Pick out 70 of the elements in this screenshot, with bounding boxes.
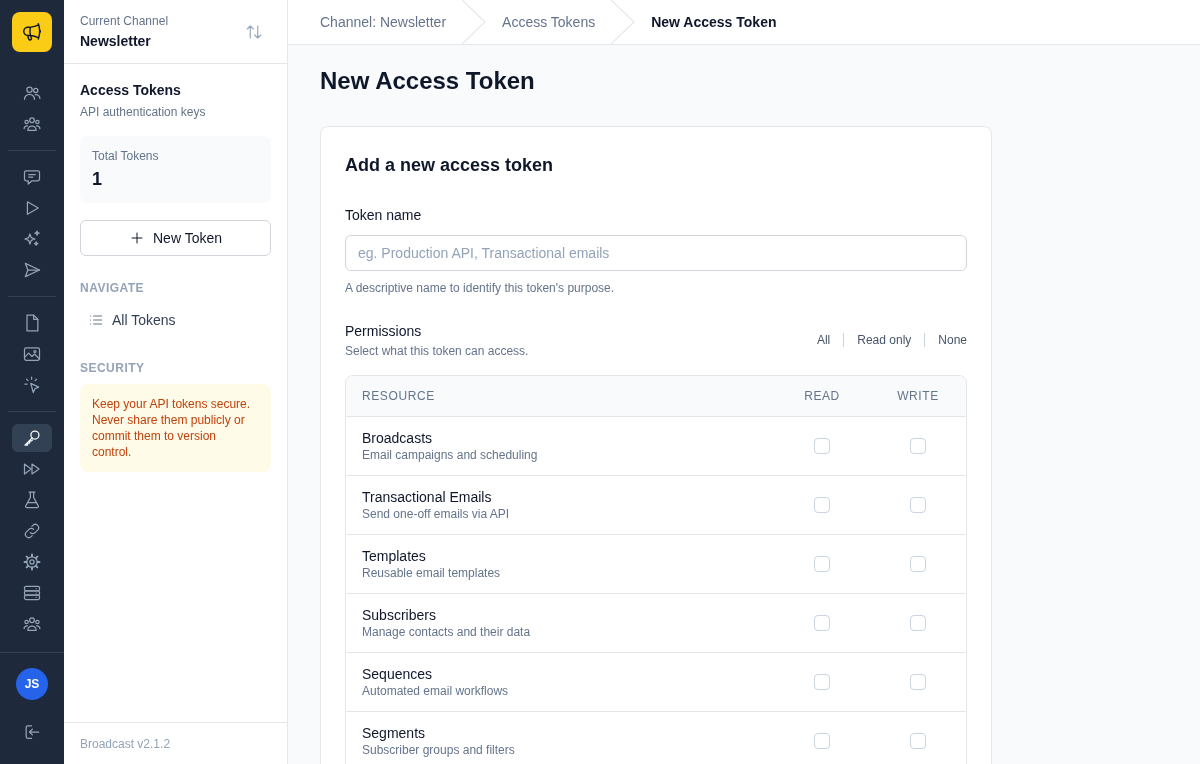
gear-icon	[22, 552, 42, 572]
link-icon	[22, 521, 42, 541]
input-field[interactable]: eg. Production API, Transactional emails	[345, 235, 967, 271]
resource-description: Send one-off emails via API	[362, 507, 511, 522]
resource-description: Reusable email templates	[362, 566, 502, 581]
preset-link[interactable]: Read only	[857, 332, 912, 348]
channel-name: Newsletter	[80, 31, 152, 51]
field-help: A descriptive name to identify this token's purpose.	[345, 280, 616, 296]
sparkles-icon	[22, 229, 42, 249]
resource-name: Templates	[362, 547, 427, 566]
checkbox[interactable]	[814, 615, 830, 631]
image-icon	[22, 344, 42, 364]
section-subtitle: API authentication keys	[80, 104, 207, 120]
checkbox[interactable]	[910, 615, 926, 631]
channel-label: Current Channel	[80, 12, 169, 29]
section-title: Access Tokens	[80, 81, 182, 100]
checkbox[interactable]	[814, 438, 830, 454]
checkbox[interactable]	[814, 674, 830, 690]
resource-name: Subscribers	[362, 606, 437, 625]
current-page-label: New Access Token	[651, 13, 777, 32]
user-group-icon	[22, 614, 42, 634]
permissions-label: Permissions	[345, 322, 423, 341]
resource-description: Automated email workflows	[362, 684, 510, 699]
column-header: RESOURCE	[362, 388, 436, 404]
new-token-button[interactable]: New Token	[80, 220, 271, 256]
breadcrumb-link[interactable]: Access Tokens	[502, 12, 596, 32]
flask-icon	[22, 490, 42, 510]
nav-rail-button[interactable]	[12, 424, 52, 452]
stat-label: Total Tokens	[92, 148, 160, 164]
nav-heading: NAVIGATE	[80, 280, 146, 296]
users-icon	[22, 83, 42, 103]
resource-name: Transactional Emails	[362, 488, 493, 507]
nav-item[interactable]: All Tokens	[80, 304, 271, 336]
checkbox[interactable]	[910, 438, 926, 454]
column-header: WRITE	[897, 388, 939, 404]
server-stack-icon	[22, 583, 42, 603]
checkbox[interactable]	[814, 497, 830, 513]
user-group-icon	[22, 114, 42, 134]
resource-name: Broadcasts	[362, 429, 434, 448]
checkbox[interactable]	[910, 497, 926, 513]
user-avatar[interactable]: JS	[16, 668, 48, 700]
permissions-hint: Select what this token can access.	[345, 343, 529, 359]
field-label: Token name	[345, 206, 423, 225]
checkbox[interactable]	[814, 556, 830, 572]
resource-description: Subscriber groups and filters	[362, 743, 516, 758]
key-icon	[22, 428, 42, 448]
plus-icon	[129, 230, 145, 246]
checkbox[interactable]	[910, 674, 926, 690]
version-label: Broadcast v2.1.2	[80, 735, 171, 752]
chat-bubble-icon	[22, 167, 42, 187]
stat-value: 1	[92, 168, 103, 191]
nav-heading: SECURITY	[80, 360, 146, 376]
megaphone-logo-icon[interactable]	[12, 12, 52, 52]
preset-link[interactable]: All	[816, 332, 831, 348]
security-note: Keep your API tokens secure. Never share them publicly or commit them to version control.	[80, 384, 271, 472]
resource-name: Segments	[362, 724, 427, 743]
checkbox[interactable]	[910, 556, 926, 572]
checkbox[interactable]	[814, 733, 830, 749]
form-title: Add a new access token	[345, 154, 555, 177]
list-icon	[88, 312, 104, 328]
page-title: New Access Token	[320, 66, 536, 96]
breadcrumb-link[interactable]: Channel: Newsletter	[320, 12, 447, 32]
resource-description: Manage contacts and their data	[362, 625, 532, 640]
cursor-click-icon	[22, 375, 42, 395]
column-header: READ	[804, 388, 840, 404]
resource-name: Sequences	[362, 665, 434, 684]
paper-plane-icon	[22, 260, 42, 280]
preset-link[interactable]: None	[938, 332, 967, 348]
checkbox[interactable]	[910, 733, 926, 749]
resource-description: Email campaigns and scheduling	[362, 448, 539, 463]
